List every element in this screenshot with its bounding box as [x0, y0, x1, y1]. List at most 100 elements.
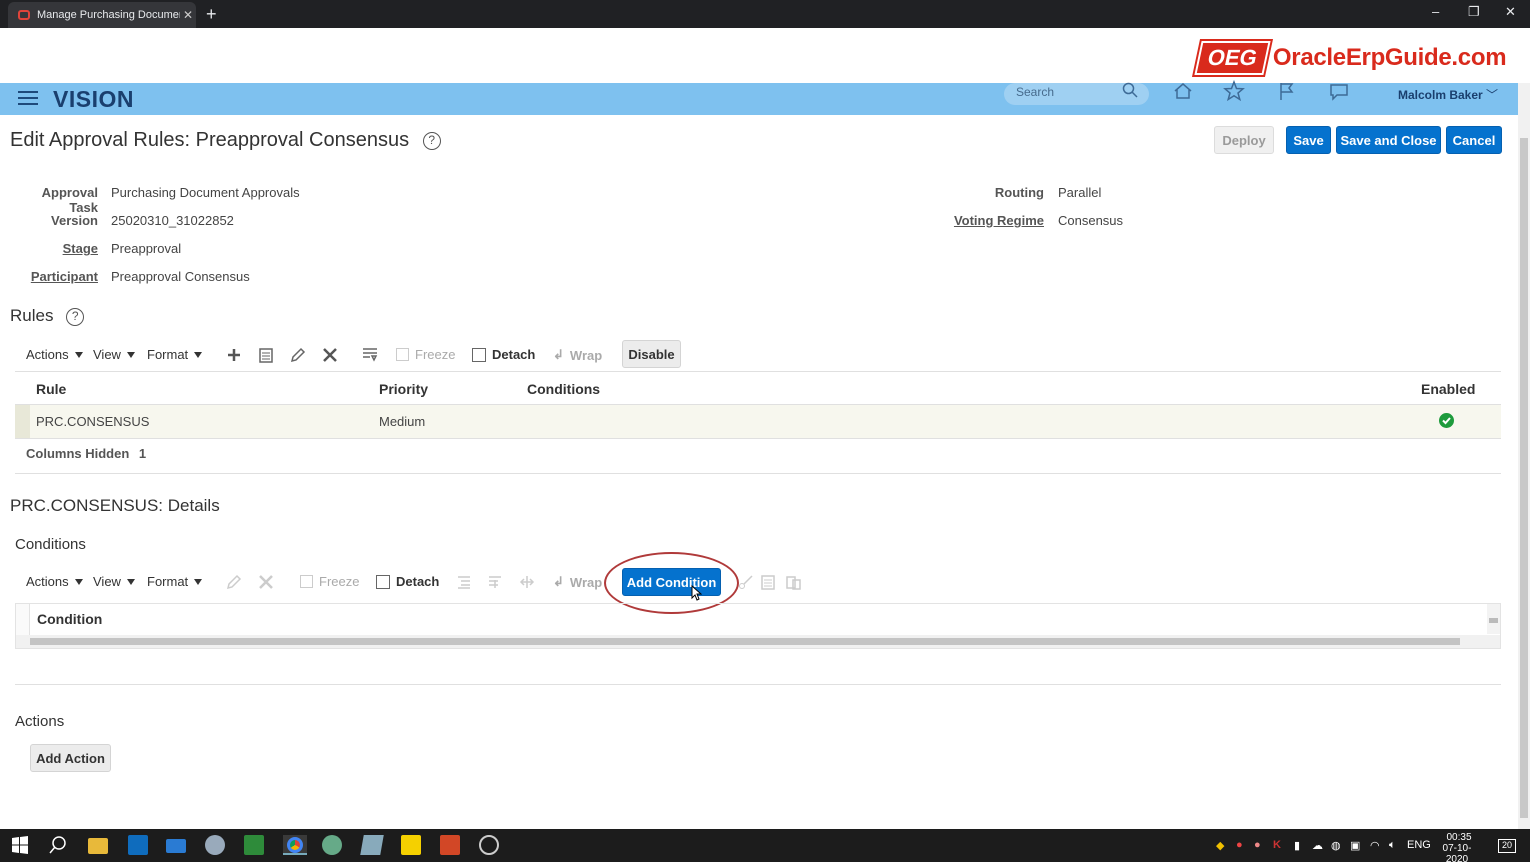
notifications-icon[interactable] — [1328, 80, 1350, 102]
windows-taskbar: ◆ ● ● K ▮ ☁ ◍ ▣ ◠ 🔈︎ ENG 00:35 07-10-202… — [0, 829, 1530, 862]
conditions-view-menu[interactable]: View — [93, 574, 135, 589]
oeg-text: OracleErpGuide.com — [1272, 44, 1507, 71]
brand-logo[interactable]: VISION — [53, 86, 134, 113]
tray-globe-icon[interactable]: ◍ — [1331, 839, 1341, 852]
notepad-icon[interactable] — [360, 835, 384, 855]
detach-icon — [376, 574, 390, 589]
mail-icon[interactable] — [166, 839, 186, 853]
participant-label[interactable]: Participant — [10, 269, 98, 284]
edit-pencil-icon[interactable] — [290, 347, 306, 363]
tray-network-icon[interactable]: ☁ — [1312, 839, 1323, 852]
tray-chrome-icon[interactable]: ● — [1254, 839, 1261, 851]
rules-freeze-button[interactable]: Freeze — [396, 347, 455, 362]
file-explorer-icon[interactable] — [88, 838, 108, 854]
rules-help-icon[interactable]: ? — [66, 307, 85, 326]
wifi-icon[interactable]: ◠ — [1370, 839, 1380, 852]
tab-close-icon[interactable]: ✕ — [180, 8, 196, 22]
windows-start-icon[interactable] — [10, 835, 30, 855]
routing-label: Routing — [994, 185, 1044, 200]
rules-view-menu[interactable]: View — [93, 347, 135, 362]
edit-pencil-icon[interactable] — [226, 574, 242, 590]
cancel-button[interactable]: Cancel — [1446, 126, 1502, 154]
page-scrollbar[interactable] — [1518, 83, 1530, 829]
columns-hidden[interactable]: Columns Hidden 1 — [26, 446, 146, 461]
browser-tab[interactable]: Manage Purchasing Document A ✕ — [8, 2, 196, 28]
stage-label[interactable]: Stage — [10, 241, 98, 256]
participant-value: Preapproval Consensus — [111, 269, 250, 284]
conditions-wrap-button[interactable]: ↲ Wrap — [553, 574, 602, 590]
rules-actions-menu[interactable]: Actions — [26, 347, 83, 362]
tray-display-icon[interactable]: ▣ — [1350, 839, 1360, 852]
disable-button[interactable]: Disable — [622, 340, 681, 368]
search-icon[interactable] — [48, 835, 68, 855]
voting-regime-label[interactable]: Voting Regime — [944, 213, 1044, 228]
rules-detach-button[interactable]: Detach — [472, 347, 535, 362]
delete-x-icon[interactable] — [258, 574, 274, 590]
language-indicator[interactable]: ENG — [1407, 839, 1431, 851]
tray-app-icon[interactable]: ● — [1236, 839, 1243, 851]
restore-button[interactable]: ❐ — [1468, 4, 1480, 20]
enabled-check-icon — [1439, 413, 1454, 428]
copy-icon[interactable] — [760, 574, 776, 590]
minimize-button[interactable]: – — [1432, 4, 1439, 19]
user-menu[interactable]: Malcolm Baker ﹀ — [1398, 86, 1498, 103]
row-selector[interactable] — [15, 405, 30, 438]
app-icon-2[interactable] — [322, 835, 342, 855]
table-row[interactable]: PRC.CONSENSUS Medium — [15, 405, 1501, 438]
rules-wrap-button[interactable]: ↲ Wrap — [553, 347, 602, 363]
search-icon[interactable] — [1122, 82, 1138, 98]
flag-icon[interactable] — [1276, 80, 1298, 102]
rule-details-title: PRC.CONSENSUS: Details — [10, 496, 220, 515]
help-icon[interactable]: ? — [422, 131, 441, 150]
sticky-notes-icon[interactable] — [401, 835, 421, 855]
duplicate-icon[interactable] — [258, 347, 274, 363]
priority-column-header[interactable]: Priority — [379, 381, 428, 397]
conditions-column-header[interactable]: Conditions — [527, 381, 600, 397]
tray-mic-icon[interactable]: ▮ — [1294, 839, 1300, 852]
outlook-icon[interactable] — [128, 835, 148, 855]
table-vscrollbar[interactable] — [1487, 604, 1500, 634]
actions-label: Actions — [26, 347, 69, 362]
conditions-actions-menu[interactable]: Actions — [26, 574, 83, 589]
save-button[interactable]: Save — [1286, 126, 1331, 154]
outdent-icon[interactable] — [487, 574, 503, 590]
conditions-detach-button[interactable]: Detach — [376, 574, 439, 589]
voting-regime-value: Consensus — [1058, 213, 1124, 228]
conditions-format-menu[interactable]: Format — [147, 574, 203, 589]
indent-icon[interactable] — [456, 574, 472, 590]
conditions-freeze-button[interactable]: Freeze — [300, 574, 359, 589]
home-icon[interactable] — [1172, 80, 1194, 102]
actions-section-title: Actions — [15, 713, 65, 730]
rules-format-menu[interactable]: Format — [147, 347, 203, 362]
move-icon[interactable] — [519, 574, 535, 590]
cut-icon[interactable] — [738, 574, 754, 590]
close-window-button[interactable]: ✕ — [1505, 4, 1516, 20]
new-tab-button[interactable]: + — [206, 4, 217, 25]
table-hscrollbar[interactable] — [16, 635, 1500, 648]
app-icon[interactable] — [205, 835, 225, 855]
hamburger-menu-icon[interactable] — [18, 91, 38, 107]
volume-icon[interactable]: 🔈︎ — [1389, 839, 1396, 852]
save-and-close-button[interactable]: Save and Close — [1336, 126, 1441, 154]
chrome-icon[interactable] — [283, 835, 307, 855]
condition-column-header[interactable]: Condition — [37, 611, 102, 627]
oracle-favicon-icon — [18, 10, 30, 20]
powerpoint-icon[interactable] — [440, 835, 460, 855]
enabled-column-header[interactable]: Enabled — [1421, 381, 1475, 397]
query-by-example-icon[interactable] — [362, 347, 378, 363]
rule-column-header[interactable]: Rule — [36, 381, 66, 397]
deploy-button[interactable]: Deploy — [1214, 126, 1274, 154]
clock-app-icon[interactable] — [479, 835, 499, 855]
add-icon[interactable] — [226, 347, 242, 363]
paste-icon[interactable] — [785, 574, 801, 590]
clock[interactable]: 00:35 07-10-2020 — [1440, 832, 1478, 862]
excel-icon[interactable] — [244, 835, 264, 855]
add-action-button[interactable]: Add Action — [30, 744, 111, 772]
star-icon[interactable] — [1223, 80, 1245, 102]
tray-k-icon[interactable]: K — [1273, 839, 1281, 851]
notification-center-icon[interactable]: 20 — [1498, 839, 1516, 853]
tray-security-icon[interactable]: ◆ — [1216, 839, 1224, 852]
delete-x-icon[interactable] — [322, 347, 338, 363]
wrap-label: Wrap — [569, 574, 603, 590]
page-title: Edit Approval Rules: Preapproval Consens… — [10, 129, 441, 152]
